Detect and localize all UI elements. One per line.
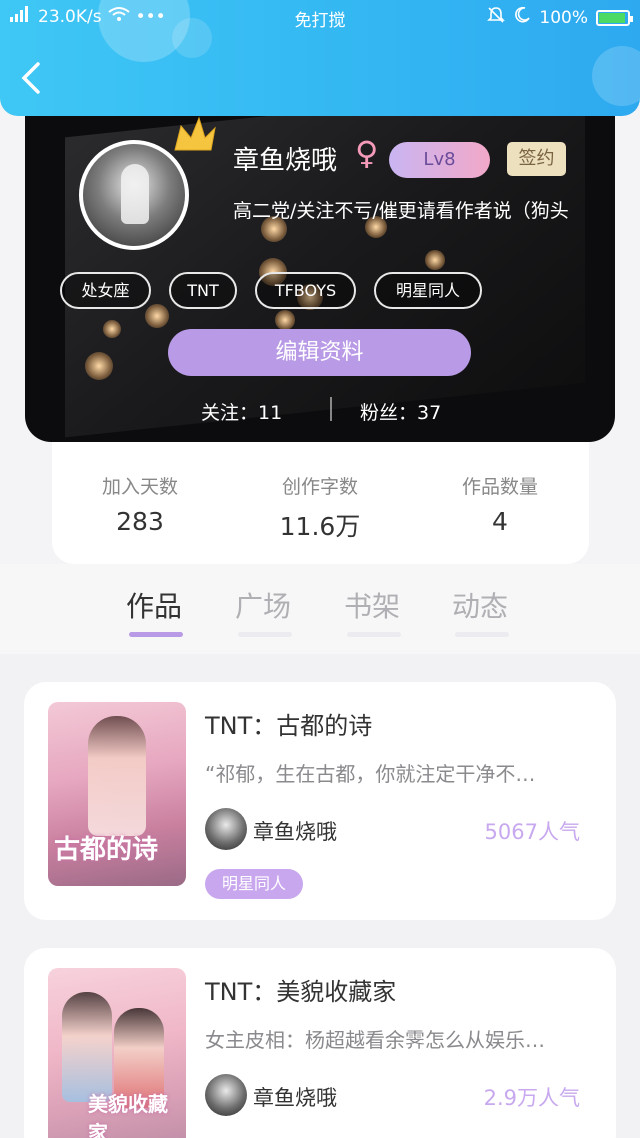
battery-icon <box>596 9 633 26</box>
bokeh-light <box>103 320 121 338</box>
fans-label: 粉丝： <box>360 402 418 424</box>
tag-star-fanfic[interactable]: 明星同人 <box>374 272 482 309</box>
tab-indicator-active <box>129 632 183 637</box>
cover-title: 美貌收藏家 <box>88 1092 168 1138</box>
book-description: 女主皮相：杨超越看余霁怎么从娱乐… <box>205 1028 545 1052</box>
tab-square[interactable]: 广场 <box>235 585 291 625</box>
stat-label: 加入天数 <box>101 476 178 498</box>
signed-badge: 签约 <box>507 142 566 176</box>
decor-bubble <box>592 46 640 106</box>
tab-works[interactable]: 作品 <box>126 585 182 625</box>
stats-panel: 加入天数 283 创作字数 11.6万 作品数量 4 <box>52 436 589 564</box>
tag-tfboys[interactable]: TFBOYS <box>255 272 356 309</box>
user-name: 章鱼烧哦 <box>233 146 338 176</box>
author-avatar <box>205 1074 247 1116</box>
stat-value: 4 <box>492 507 508 536</box>
bell-muted-icon <box>487 6 506 29</box>
level-badge: Lv8 <box>389 142 490 178</box>
book-description: “祁郁，生在古都，你就注定干净不… <box>205 762 536 786</box>
battery-percent: 100% <box>539 7 588 28</box>
divider <box>330 397 332 421</box>
stat-join-days: 加入天数 283 <box>60 472 220 536</box>
following-count[interactable]: 关注：11 <box>201 398 282 425</box>
fans-value: 37 <box>417 402 442 424</box>
works-list: 古都的诗 TNT：古都的诗 “祁郁，生在古都，你就注定干净不… 章鱼烧哦 506… <box>0 654 640 1138</box>
author-name: 章鱼烧哦 <box>253 820 337 844</box>
popularity-count: 2.9万人气 <box>483 1086 580 1110</box>
stat-label: 创作字数 <box>281 476 358 498</box>
fans-count[interactable]: 粉丝：37 <box>360 398 441 425</box>
stat-word-count: 创作字数 11.6万 <box>240 472 400 543</box>
crown-icon <box>174 116 216 151</box>
book-card[interactable]: 美貌收藏家 TNT：美貌收藏家 女主皮相：杨超越看余霁怎么从娱乐… 章鱼烧哦 2… <box>24 948 616 1138</box>
stat-value: 283 <box>116 507 164 536</box>
tab-indicator <box>238 632 292 637</box>
tab-indicator <box>455 632 509 637</box>
back-button[interactable] <box>18 60 54 100</box>
chevron-left-icon <box>21 62 40 94</box>
book-title[interactable]: TNT：古都的诗 <box>205 706 372 741</box>
author-avatar <box>205 808 247 850</box>
popularity-count: 5067人气 <box>484 820 580 844</box>
book-cover[interactable]: 美貌收藏家 <box>48 968 186 1138</box>
bokeh-light <box>145 304 169 328</box>
bokeh-light <box>275 310 295 330</box>
tab-indicator <box>347 632 401 637</box>
following-value: 11 <box>258 402 283 424</box>
book-title[interactable]: TNT：美貌收藏家 <box>205 972 396 1007</box>
moon-icon <box>513 6 531 29</box>
edit-profile-button[interactable]: 编辑资料 <box>168 329 471 376</box>
avatar[interactable] <box>79 140 189 250</box>
bokeh-light <box>425 250 445 270</box>
user-bio: 高二党/关注不亏/催更请看作者说（狗头 <box>233 200 569 222</box>
book-cover[interactable]: 古都的诗 <box>48 702 186 886</box>
book-card[interactable]: 古都的诗 TNT：古都的诗 “祁郁，生在古都，你就注定干净不… 章鱼烧哦 506… <box>24 682 616 920</box>
tag-zodiac[interactable]: 处女座 <box>60 272 151 309</box>
tab-bookshelf[interactable]: 书架 <box>344 585 400 625</box>
female-icon: ♀ <box>355 134 379 172</box>
stat-works-count: 作品数量 4 <box>420 472 580 536</box>
cover-title: 古都的诗 <box>54 835 159 865</box>
tab-bar <box>0 564 640 654</box>
bokeh-light <box>85 352 113 380</box>
tab-activity[interactable]: 动态 <box>452 585 508 625</box>
tag-tnt[interactable]: TNT <box>169 272 237 309</box>
category-tag[interactable]: 明星同人 <box>205 869 304 899</box>
profile-card: 章鱼烧哦 ♀ Lv8 签约 高二党/关注不亏/催更请看作者说（狗头 处女座 TN… <box>25 100 615 442</box>
author-name: 章鱼烧哦 <box>253 1086 337 1110</box>
following-label: 关注： <box>201 402 259 424</box>
stat-value: 11.6万 <box>279 512 361 541</box>
stat-label: 作品数量 <box>461 476 538 498</box>
status-bar: 23.0K/s ••• 免打搅 100% <box>0 6 640 31</box>
top-header: 23.0K/s ••• 免打搅 100% <box>0 0 640 116</box>
